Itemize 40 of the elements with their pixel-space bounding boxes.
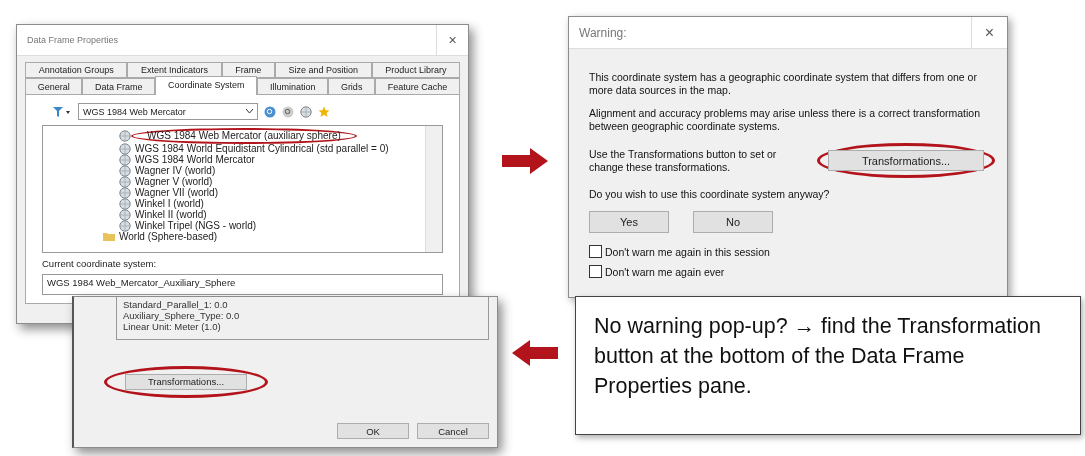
detail-line: Auxiliary_Sphere_Type: 0.0 <box>123 310 241 321</box>
tree-item[interactable]: Wagner VII (world) <box>43 187 420 198</box>
question-text: Do you wish to use this coordinate system anyway? <box>589 188 831 201</box>
coordinate-dropdown[interactable]: WGS 1984 Web Mercator <box>78 103 258 120</box>
dialog-button[interactable]: No <box>693 211 773 233</box>
tree-item[interactable]: Winkel I (world) <box>43 198 420 209</box>
tab[interactable]: Coordinate System <box>155 76 258 95</box>
transformations-button[interactable]: Transformations... <box>828 150 984 171</box>
tree-item[interactable]: World (Sphere-based) <box>43 231 420 242</box>
cancel-button[interactable]: Cancel <box>417 423 489 439</box>
tree-item[interactable]: WGS 1984 World Equidistant Cylindrical (std parallel = 0) <box>43 143 420 154</box>
window-title: Warning: <box>579 25 627 40</box>
tab[interactable]: Grids <box>328 78 376 95</box>
ok-button[interactable]: OK <box>337 423 409 439</box>
window-title: Data Frame Properties <box>27 35 119 45</box>
callout-text: No warning pop-up? → find the Transformation button at the bottom of the Data Frame Properties pane. <box>594 313 1042 400</box>
tree-item[interactable]: Wagner V (world) <box>43 176 420 187</box>
transformations-button[interactable]: Transformations... <box>125 373 247 390</box>
tab[interactable]: Annotation Groups <box>25 62 128 78</box>
field-label: Current coordinate system: <box>42 258 158 269</box>
tab[interactable]: General <box>25 78 83 95</box>
tree-item[interactable]: WGS 1984 World Mercator <box>43 154 420 165</box>
tree-item[interactable]: Winkel Tripel (NGS - world) <box>43 220 420 231</box>
tab[interactable]: Data Frame <box>82 78 156 95</box>
tab[interactable]: Extent Indicators <box>127 62 222 78</box>
coordinate-system-field: WGS 1984 Web_Mercator_Auxiliary_Sphere <box>42 274 443 295</box>
hint-text: Use the Transformations button to set or change these transformations. <box>589 147 778 174</box>
detail-line: Linear Unit: Meter (1.0) <box>123 321 222 332</box>
message-text: This coordinate system has a geographic coordinate system that differs from one or more data sources in the map. <box>589 71 978 97</box>
dialog-button[interactable]: Yes <box>589 211 669 233</box>
tree-item[interactable]: Wagner IV (world) <box>43 165 420 176</box>
tab[interactable]: Feature Cache <box>375 78 461 95</box>
tab[interactable]: Size and Position <box>274 62 372 78</box>
message-text: Alignment and accuracy problems may arise unless there is a correct transformation between geographic coordinate systems. <box>589 107 981 133</box>
checkbox-label[interactable]: Don't warn me again ever <box>589 265 995 278</box>
tree-item[interactable]: Winkel II (world) <box>43 209 420 220</box>
detail-line: Standard_Parallel_1: 0.0 <box>123 299 229 310</box>
checkbox-label[interactable]: Don't warn me again in this session <box>589 245 995 258</box>
tab[interactable]: Illumination <box>257 78 329 95</box>
tab[interactable]: Product Library <box>371 62 461 78</box>
